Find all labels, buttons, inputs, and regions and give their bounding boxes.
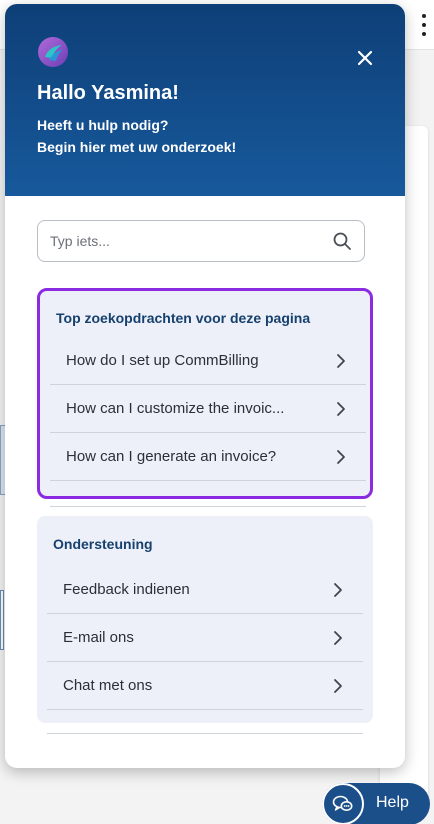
greeting-title: Hallo Yasmina! [37, 82, 179, 104]
chevron-right-icon [337, 450, 345, 464]
chevron-right-icon [334, 583, 342, 597]
list-item[interactable]: How can I customize the invoic... [50, 385, 366, 433]
more-options-icon[interactable] [420, 14, 428, 36]
brand-logo-icon [37, 36, 69, 68]
subtitle-line-2: Begin hier met uw onderzoek! [37, 139, 237, 155]
list-item-label: How do I set up CommBilling [66, 352, 259, 369]
list-item-label: How can I generate an invoice? [66, 448, 277, 465]
chevron-right-icon [334, 679, 342, 693]
help-button-label: Help [376, 794, 409, 811]
background-fragment [0, 590, 4, 650]
panel-header: Hallo Yasmina! Heeft u hulp nodig? Begin… [5, 4, 405, 196]
help-widget-panel: Hallo Yasmina! Heeft u hulp nodig? Begin… [5, 4, 405, 768]
top-searches-title: Top zoekopdrachten voor deze pagina [56, 310, 311, 326]
chevron-right-icon [337, 402, 345, 416]
list-item[interactable]: How can I generate an invoice? [50, 433, 366, 481]
close-button[interactable] [351, 44, 379, 72]
list-item-label: E-mail ons [63, 629, 134, 646]
top-searches-list: How do I set up CommBilling How can I cu… [50, 337, 366, 507]
support-item-chat[interactable]: Chat met ons [47, 662, 363, 710]
list-item-label: Feedback indienen [63, 581, 190, 598]
support-title: Ondersteuning [53, 536, 153, 552]
chat-bubbles-icon [322, 783, 364, 824]
support-item-feedback[interactable]: Feedback indienen [47, 566, 363, 614]
top-searches-section: Top zoekopdrachten voor deze pagina How … [37, 288, 373, 507]
list-divider [47, 710, 363, 734]
search-box[interactable] [37, 220, 365, 262]
close-icon [357, 50, 373, 66]
list-item-label: Chat met ons [63, 677, 153, 694]
chevron-right-icon [337, 354, 345, 368]
search-input[interactable] [50, 233, 332, 249]
list-item[interactable]: How do I set up CommBilling [50, 337, 366, 385]
subtitle-line-1: Heeft u hulp nodig? [37, 117, 169, 133]
support-item-email[interactable]: E-mail ons [47, 614, 363, 662]
list-item-label: How can I customize the invoic... [66, 400, 285, 417]
support-list: Feedback indienen E-mail ons Chat met on… [47, 566, 363, 734]
support-section: Ondersteuning Feedback indienen E-mail o… [37, 516, 373, 734]
list-divider [50, 481, 366, 507]
help-button[interactable]: Help [322, 783, 430, 824]
chevron-right-icon [334, 631, 342, 645]
search-icon[interactable] [332, 231, 352, 251]
